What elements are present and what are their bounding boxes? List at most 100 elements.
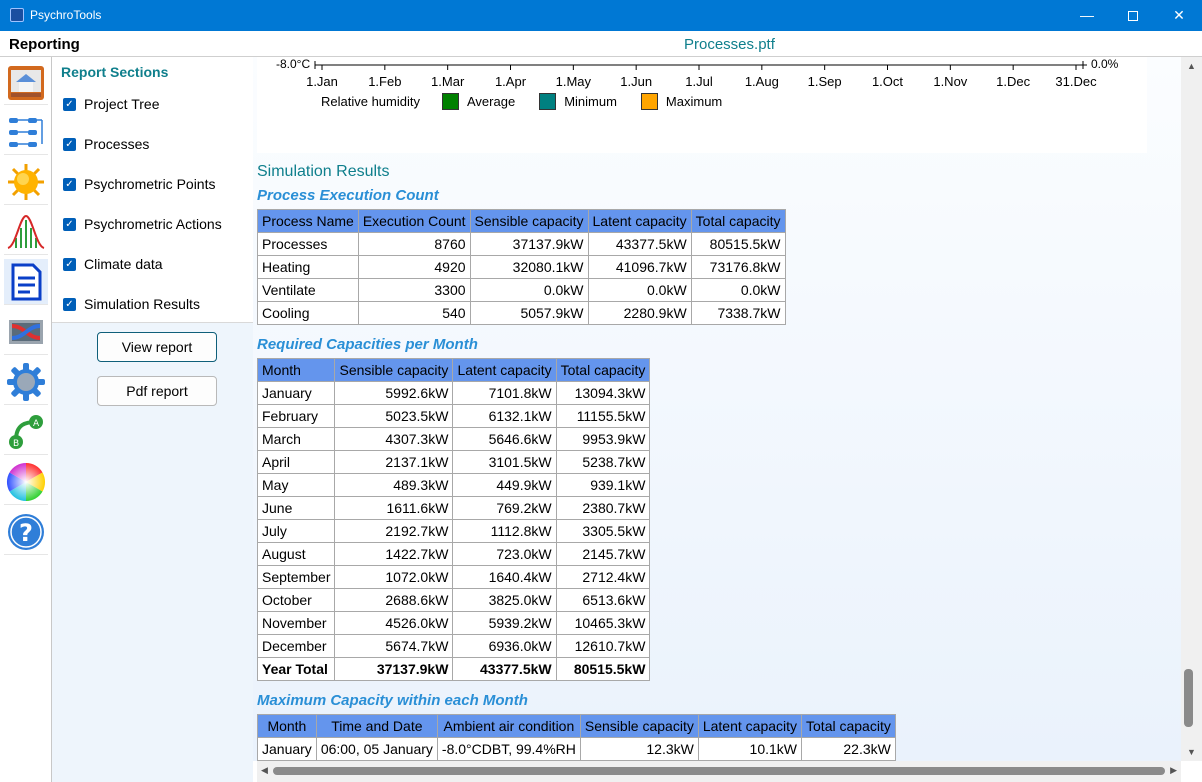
section-label: Simulation Results (84, 296, 200, 312)
section-header: Reporting Processes.ptf (0, 31, 1202, 57)
report-document-icon (11, 263, 42, 300)
table-row: Processes 8760 37137.9kW 43377.5kW 80515.5kW (257, 232, 786, 256)
monthly-capacities-table: Month Sensible capacity Latent capacity Tot… (256, 358, 651, 681)
nav-colors[interactable] (4, 459, 48, 505)
table-cell: 6513.6kW (555, 588, 651, 612)
table-cell: 540 (357, 301, 471, 325)
view-report-button[interactable]: View report (97, 332, 217, 362)
legend-label: Average (467, 94, 516, 109)
nav-climate[interactable] (4, 159, 48, 205)
table-cell: 2380.7kW (555, 496, 651, 520)
maximum-capacity-heading: Maximum Capacity within each Month (257, 692, 528, 709)
table-row: February 5023.5kW 6132.1kW 11155.5kW (256, 404, 651, 428)
table-cell: 0.0kW (587, 278, 692, 302)
nav-settings[interactable] (4, 359, 48, 405)
table-cell: 2145.7kW (555, 542, 651, 566)
nav-house[interactable] (4, 59, 48, 105)
table-cell: 723.0kW (452, 542, 557, 566)
close-icon: ✕ (1173, 7, 1185, 23)
x-tick-label: 1.Jan (306, 74, 338, 89)
nav-help[interactable]: ? (4, 509, 48, 555)
table-cell: Year Total (256, 657, 336, 681)
section-checkbox-project-tree[interactable]: ✓ Project Tree (63, 95, 159, 113)
table-cell: 5674.7kW (334, 634, 454, 658)
table-cell: 06:00, 05 January (315, 737, 438, 761)
nav-flow[interactable] (4, 109, 48, 155)
column-header: Time and Date (315, 714, 438, 738)
maximize-button[interactable] (1110, 0, 1156, 31)
horizontal-scrollbar[interactable]: ◀ ▶ (257, 761, 1181, 782)
legend-title: Relative humidity (321, 94, 420, 109)
column-header: Latent capacity (697, 714, 803, 738)
table-cell: 10465.3kW (555, 611, 651, 635)
table-cell: 1640.4kW (452, 565, 557, 589)
table-cell: 9953.9kW (555, 427, 651, 451)
x-tick-label: 1.Dec (996, 74, 1030, 89)
vertical-scrollbar[interactable]: ▲ ▼ (1181, 57, 1202, 761)
minimize-icon: — (1080, 7, 1094, 23)
section-label: Climate data (84, 256, 163, 272)
table-cell: 2712.4kW (555, 565, 651, 589)
close-button[interactable]: ✕ (1156, 0, 1202, 31)
table-row: July 2192.7kW 1112.8kW 3305.5kW (256, 519, 651, 543)
column-header: Sensible capacity (334, 358, 454, 382)
table-row: August 1422.7kW 723.0kW 2145.7kW (256, 542, 651, 566)
column-header: Process Name (257, 209, 359, 233)
sun-icon (8, 163, 44, 200)
table-header-row: Process Name Execution Count Sensible capa… (257, 209, 786, 233)
table-cell: 11155.5kW (555, 404, 651, 428)
scroll-right-icon[interactable]: ▶ (1170, 765, 1177, 776)
right-axis-label: 0.0% (1091, 57, 1119, 71)
section-checkbox-climate-data[interactable]: ✓ Climate data (63, 255, 163, 273)
table-cell: May (256, 473, 336, 497)
section-checkbox-psychrometric-actions[interactable]: ✓ Psychrometric Actions (63, 215, 222, 233)
checkbox-checked-icon: ✓ (63, 217, 76, 231)
pdf-report-button[interactable]: Pdf report (97, 376, 217, 406)
scroll-left-icon[interactable]: ◀ (261, 765, 268, 776)
checkbox-checked-icon: ✓ (63, 297, 76, 311)
table-cell: 3300 (357, 278, 471, 302)
column-header: Sensible capacity (469, 209, 589, 233)
table-cell: 80515.5kW (555, 657, 651, 681)
table-cell: Heating (257, 255, 359, 279)
minimize-button[interactable]: — (1064, 0, 1110, 31)
section-title: Reporting (9, 36, 80, 53)
nav-reporting[interactable] (4, 259, 48, 305)
legend-maximum: Maximum (640, 93, 722, 110)
total-row: Year Total 37137.9kW 43377.5kW 80515.5kW (256, 657, 651, 681)
section-label: Psychrometric Points (84, 176, 216, 192)
scroll-thumb[interactable] (1184, 669, 1193, 727)
x-tick-label: 1.May (556, 74, 592, 89)
table-row: Heating 4920 32080.1kW 41096.7kW 73176.8kW (257, 255, 786, 279)
color-wheel-icon (6, 462, 46, 501)
section-checkbox-processes[interactable]: ✓ Processes (63, 135, 149, 153)
nav-heat-exchanger[interactable] (4, 309, 48, 355)
table-row: January 06:00, 05 January -8.0°CDBT, 99.4%… (257, 737, 896, 761)
section-checkbox-simulation-results[interactable]: ✓ Simulation Results (63, 295, 200, 313)
table-cell: 4307.3kW (334, 427, 454, 451)
column-header: Month (257, 714, 317, 738)
table-header-row: Month Sensible capacity Latent capacity Tot… (256, 358, 651, 382)
table-cell: December (256, 634, 336, 658)
legend-average: Average (442, 93, 515, 110)
column-header: Total capacity (801, 714, 896, 738)
table-cell: 3101.5kW (452, 450, 557, 474)
scroll-thumb[interactable] (273, 767, 1165, 775)
table-cell: 449.9kW (452, 473, 557, 497)
nav-transition[interactable]: A B (4, 409, 48, 455)
table-cell: 7101.8kW (452, 381, 557, 405)
section-checkbox-psychrometric-points[interactable]: ✓ Psychrometric Points (63, 175, 215, 193)
table-row: November 4526.0kW 5939.2kW 10465.3kW (256, 611, 651, 635)
help-icon: ? (8, 513, 44, 550)
distribution-chart-icon (7, 214, 45, 249)
nav-distribution[interactable] (4, 209, 48, 255)
table-cell: February (256, 404, 336, 428)
table-cell: 8760 (357, 232, 471, 256)
table-cell: 5238.7kW (555, 450, 651, 474)
ab-transition-icon: A B (9, 414, 43, 449)
column-header: Month (256, 358, 336, 382)
table-cell: 6936.0kW (452, 634, 557, 658)
scroll-down-icon[interactable]: ▼ (1187, 747, 1196, 757)
scroll-up-icon[interactable]: ▲ (1187, 61, 1196, 71)
report-view: -8.0°C 0.0% 1.Jan 1.Feb 1.Mar 1.Apr 1.May 1.J… (253, 57, 1181, 761)
